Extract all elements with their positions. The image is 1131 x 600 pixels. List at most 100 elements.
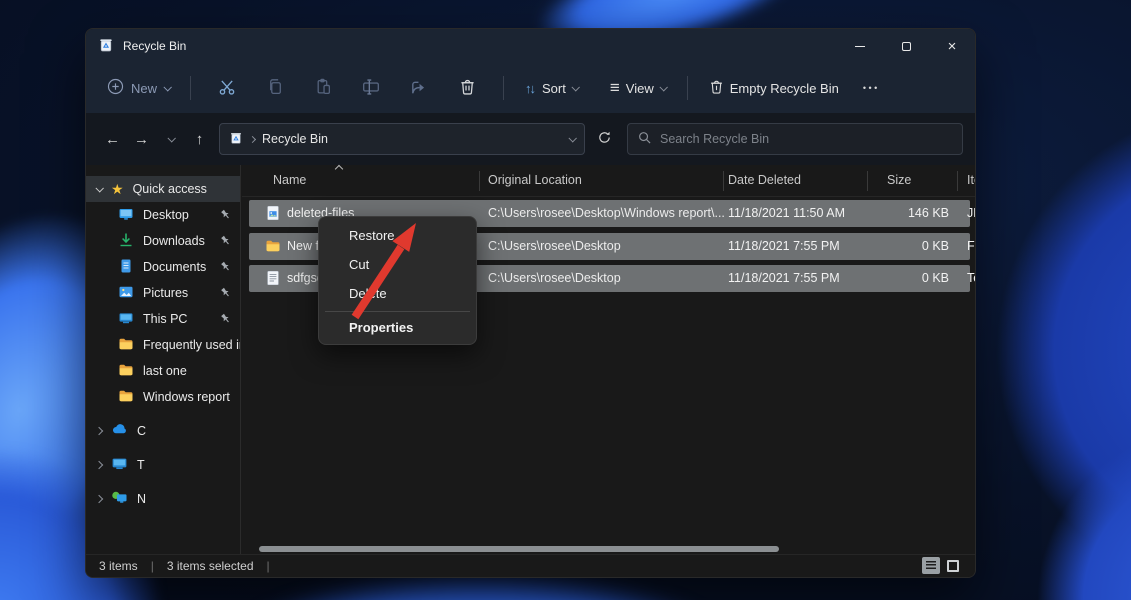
- file-original-location: C:\Users\rosee\Desktop: [488, 239, 621, 253]
- column-divider[interactable]: [957, 171, 958, 191]
- column-header-original-location[interactable]: Original Location: [488, 173, 582, 187]
- file-original-location: C:\Users\rosee\Desktop: [488, 271, 621, 285]
- search-input[interactable]: [660, 132, 952, 146]
- column-header-date-deleted[interactable]: Date Deleted: [728, 173, 801, 187]
- view-list-icon: ≡: [610, 83, 620, 93]
- sidebar-tree-item-network[interactable]: N: [86, 486, 240, 512]
- context-menu-item-delete[interactable]: Delete: [323, 279, 472, 308]
- sidebar-item-label: Documents: [143, 260, 206, 274]
- context-menu-item-cut[interactable]: Cut: [323, 250, 472, 279]
- column-divider[interactable]: [723, 171, 724, 191]
- recent-locations-button[interactable]: [156, 124, 185, 154]
- sidebar-tree-item-this-pc[interactable]: T: [86, 452, 240, 478]
- column-header-item-type[interactable]: Ite: [967, 173, 976, 187]
- chevron-right-icon[interactable]: [95, 495, 103, 503]
- minimize-button[interactable]: [837, 29, 883, 63]
- chevron-down-icon: [163, 83, 171, 91]
- downloads-icon: [118, 232, 134, 251]
- folder-icon: [118, 388, 134, 407]
- sidebar-item-desktop[interactable]: Desktop: [86, 202, 240, 228]
- add-icon: [107, 78, 124, 98]
- sidebar-item-label: Windows report: [143, 390, 230, 404]
- chevron-right-icon[interactable]: [95, 461, 103, 469]
- status-separator: |: [151, 559, 154, 573]
- refresh-button[interactable]: [589, 124, 619, 154]
- close-button[interactable]: ×: [929, 29, 975, 63]
- breadcrumb: Recycle Bin: [262, 132, 562, 146]
- maximize-button[interactable]: [883, 29, 929, 63]
- chevron-right-icon[interactable]: [95, 427, 103, 435]
- desktop-icon: [118, 206, 134, 225]
- pin-icon: [220, 287, 231, 301]
- address-box[interactable]: Recycle Bin: [219, 123, 585, 155]
- sidebar-item-documents[interactable]: Documents: [86, 254, 240, 280]
- title-bar[interactable]: Recycle Bin ×: [86, 29, 975, 63]
- sidebar-item-pictures[interactable]: Pictures: [86, 280, 240, 306]
- column-header-size[interactable]: Size: [887, 173, 911, 187]
- sidebar-item-label: Pictures: [143, 286, 188, 300]
- pin-icon: [220, 209, 231, 223]
- horizontal-scrollbar[interactable]: [259, 546, 779, 552]
- chevron-down-icon: [167, 134, 175, 142]
- sidebar-item-windows-report[interactable]: Windows report: [86, 384, 240, 410]
- sidebar-item-this-pc[interactable]: This PC: [86, 306, 240, 332]
- thumbnail-view-icon: [947, 560, 959, 572]
- more-options-button[interactable]: •••: [854, 77, 889, 99]
- paste-button[interactable]: [303, 70, 343, 106]
- navigation-pane: ★ Quick access Desktop Downloads Documen…: [86, 165, 241, 554]
- empty-recycle-bin-label: Empty Recycle Bin: [730, 81, 839, 96]
- back-button[interactable]: ←: [98, 124, 127, 154]
- trash-icon: [709, 79, 724, 97]
- forward-button[interactable]: →: [127, 124, 156, 154]
- recycle-bin-icon: [98, 37, 114, 56]
- folder-icon: [118, 336, 134, 355]
- command-toolbar: New ↑↓ So: [86, 63, 975, 113]
- delete-button[interactable]: [447, 70, 487, 106]
- share-button[interactable]: [399, 70, 439, 106]
- sidebar-item-frequently-used[interactable]: Frequently used ima: [86, 332, 240, 358]
- pictures-icon: [118, 284, 134, 303]
- cut-icon: [218, 78, 236, 99]
- details-view-button[interactable]: [922, 557, 940, 574]
- new-button[interactable]: New: [99, 72, 178, 104]
- empty-recycle-bin-button[interactable]: Empty Recycle Bin: [700, 73, 848, 103]
- delete-icon: [459, 78, 476, 98]
- chevron-down-icon: [659, 83, 667, 91]
- column-divider[interactable]: [479, 171, 480, 191]
- address-dropdown-icon[interactable]: [568, 134, 576, 142]
- sidebar-item-label: Frequently used ima: [143, 338, 241, 352]
- sidebar-item-downloads[interactable]: Downloads: [86, 228, 240, 254]
- sort-label: Sort: [542, 81, 566, 96]
- context-menu-item-restore[interactable]: Restore: [323, 221, 472, 250]
- network-icon: [111, 489, 128, 509]
- copy-button[interactable]: [255, 70, 295, 106]
- sort-button[interactable]: ↑↓ Sort: [516, 75, 587, 102]
- view-button[interactable]: ≡ View: [601, 75, 675, 102]
- column-header-name[interactable]: Name: [273, 173, 306, 187]
- rename-button[interactable]: [351, 70, 391, 106]
- text-file-icon: [265, 270, 281, 286]
- star-icon: ★: [111, 182, 124, 196]
- search-box: [627, 123, 963, 155]
- file-size: 0 KB: [809, 239, 949, 253]
- file-item-type: Te: [967, 271, 976, 285]
- sidebar-item-label: T: [137, 458, 145, 472]
- maximize-icon: [902, 42, 911, 51]
- share-icon: [410, 78, 428, 99]
- chevron-down-icon: [571, 83, 579, 91]
- sidebar-item-quick-access[interactable]: ★ Quick access: [86, 176, 240, 202]
- details-view-icon: [926, 561, 936, 570]
- up-button[interactable]: ↑: [185, 124, 214, 154]
- this-pc-icon: [118, 310, 134, 329]
- recycle-bin-icon: [229, 131, 243, 148]
- desktop-wallpaper: Recycle Bin × New: [0, 0, 1131, 600]
- context-menu-item-properties[interactable]: Properties: [323, 315, 472, 340]
- folder-icon: [265, 238, 281, 254]
- refresh-icon: [597, 130, 612, 148]
- sidebar-item-last-one[interactable]: last one: [86, 358, 240, 384]
- explorer-content: ★ Quick access Desktop Downloads Documen…: [86, 165, 975, 554]
- sidebar-tree-item-onedrive[interactable]: C: [86, 418, 240, 444]
- column-divider[interactable]: [867, 171, 868, 191]
- cut-button[interactable]: [207, 70, 247, 106]
- thumbnail-view-button[interactable]: [944, 557, 962, 574]
